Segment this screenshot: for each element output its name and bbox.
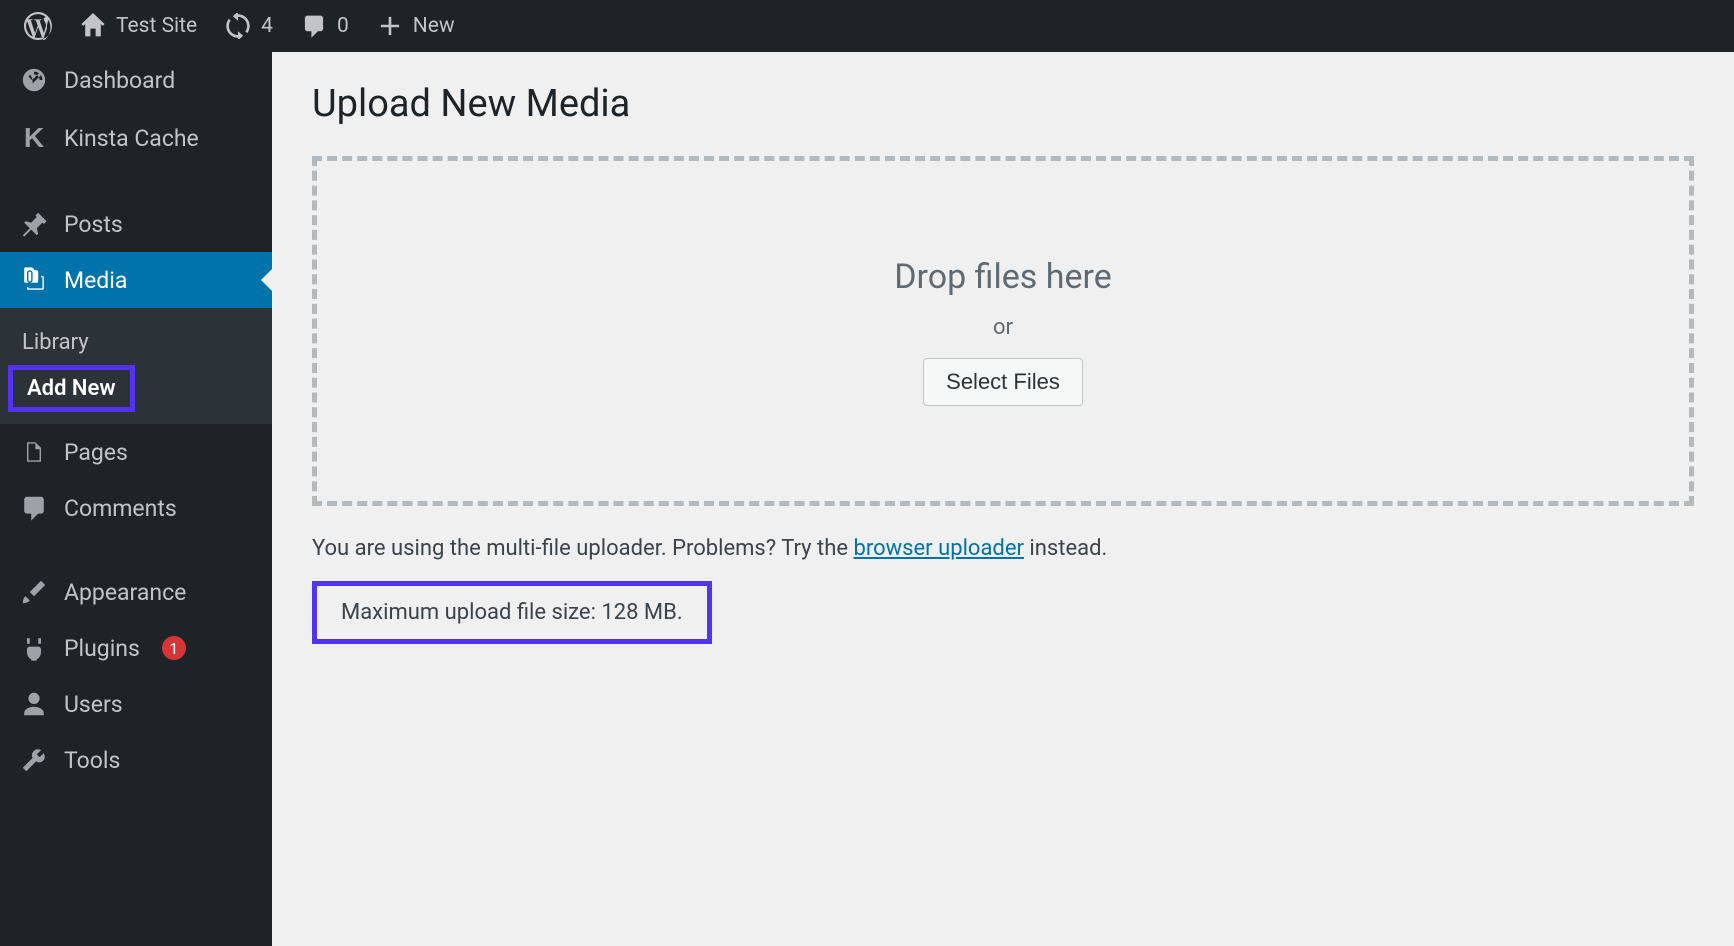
plugin-update-badge: 1 — [162, 636, 186, 660]
sidebar-item-dashboard[interactable]: Dashboard — [0, 52, 272, 108]
new-content-link[interactable]: New — [363, 0, 469, 52]
file-dropzone[interactable]: Drop files here or Select Files — [312, 156, 1694, 506]
drop-text: Drop files here — [894, 257, 1112, 297]
user-icon — [20, 690, 48, 718]
pin-icon — [20, 210, 48, 238]
sidebar-label-appearance: Appearance — [64, 579, 186, 606]
sidebar-label-users: Users — [64, 691, 123, 718]
select-files-button[interactable]: Select Files — [923, 358, 1083, 406]
comments-link[interactable]: 0 — [287, 0, 363, 52]
comments-icon — [20, 494, 48, 522]
comment-count: 0 — [337, 14, 349, 38]
sidebar-item-plugins[interactable]: Plugins 1 — [0, 620, 272, 676]
brush-icon — [20, 578, 48, 606]
updates-link[interactable]: 4 — [211, 0, 287, 52]
sidebar-label-dashboard: Dashboard — [64, 67, 175, 94]
page-title: Upload New Media — [312, 82, 1694, 126]
helper-post: instead. — [1024, 536, 1107, 561]
sidebar-label-plugins: Plugins — [64, 635, 140, 662]
sidebar-separator-2 — [0, 536, 272, 564]
home-icon — [80, 13, 106, 39]
kinsta-icon: K — [20, 122, 48, 154]
dashboard-icon — [20, 66, 48, 94]
admin-bar: Test Site 4 0 New — [0, 0, 1734, 52]
max-upload-note: Maximum upload file size: 128 MB. — [312, 581, 712, 644]
helper-pre: You are using the multi-file uploader. P… — [312, 536, 853, 561]
refresh-icon — [225, 13, 251, 39]
sidebar-label-pages: Pages — [64, 439, 128, 466]
sidebar-label-kinsta: Kinsta Cache — [64, 125, 199, 152]
new-label: New — [413, 14, 455, 38]
admin-sidebar: Dashboard K Kinsta Cache Posts Media Lib… — [0, 52, 272, 946]
pages-icon — [20, 438, 48, 466]
browser-uploader-link[interactable]: browser uploader — [853, 536, 1023, 561]
sidebar-label-media: Media — [64, 267, 127, 294]
submenu-add-new[interactable]: Add New — [8, 365, 135, 412]
sidebar-item-comments[interactable]: Comments — [0, 480, 272, 536]
plus-icon — [377, 13, 403, 39]
sidebar-item-tools[interactable]: Tools — [0, 732, 272, 788]
comment-icon — [301, 13, 327, 39]
site-name-label: Test Site — [116, 14, 197, 38]
update-count: 4 — [261, 14, 273, 38]
sidebar-item-posts[interactable]: Posts — [0, 196, 272, 252]
wrench-icon — [20, 746, 48, 774]
sidebar-item-appearance[interactable]: Appearance — [0, 564, 272, 620]
sidebar-item-media[interactable]: Media — [0, 252, 272, 308]
sidebar-label-posts: Posts — [64, 211, 123, 238]
submenu-library[interactable]: Library — [0, 320, 272, 365]
or-text: or — [993, 315, 1013, 340]
sidebar-separator — [0, 168, 272, 196]
main-content: Upload New Media Drop files here or Sele… — [272, 52, 1734, 674]
wp-logo-link[interactable] — [10, 0, 66, 52]
sidebar-item-pages[interactable]: Pages — [0, 424, 272, 480]
sidebar-item-kinsta-cache[interactable]: K Kinsta Cache — [0, 108, 272, 168]
plug-icon — [20, 634, 48, 662]
helper-text: You are using the multi-file uploader. P… — [312, 536, 1694, 561]
site-name-link[interactable]: Test Site — [66, 0, 211, 52]
sidebar-item-users[interactable]: Users — [0, 676, 272, 732]
media-icon — [20, 266, 48, 294]
sidebar-label-comments: Comments — [64, 495, 177, 522]
media-submenu: Library Add New — [0, 308, 272, 424]
wordpress-icon — [24, 12, 52, 40]
sidebar-label-tools: Tools — [64, 747, 120, 774]
